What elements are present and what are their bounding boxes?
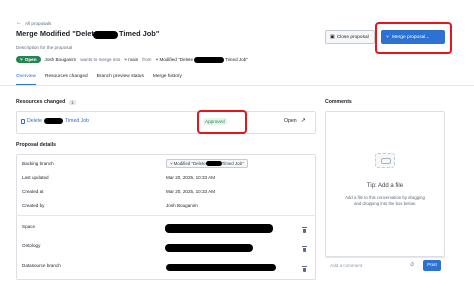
datasource-branch-label: Datasource branch [22, 263, 61, 268]
back-link[interactable]: ← All proposals [16, 20, 51, 26]
title-prefix: Merge Modified "Delete [16, 29, 98, 38]
resources-heading-label: Resources changed [16, 99, 66, 105]
details-heading: Proposal details [16, 142, 57, 148]
source-branch: ⑂ Modified "Delete Timed Job" [155, 56, 248, 63]
merge-icon: ⑂ [20, 57, 23, 62]
merge-proposal-button[interactable]: ⑂ Merge proposal... [381, 30, 445, 44]
external-link-icon: ↗ [300, 118, 306, 124]
open-resource-label: Open [284, 117, 297, 124]
resources-count-badge: 1 [69, 99, 76, 105]
close-proposal-button[interactable]: ▣ Close proposal [325, 30, 375, 44]
comments-heading: Comments [325, 99, 352, 105]
source-branch-suffix: Timed Job" [225, 57, 248, 62]
last-updated-value: Mar 20, 2025, 10:33 AM [166, 175, 216, 180]
branch-icon: ⑂ [124, 56, 128, 63]
status-badge: ⑂ Open [16, 56, 41, 63]
created-by-label: Created by [22, 203, 45, 208]
redaction-mark [194, 56, 225, 63]
tab-merge-history[interactable]: Merge history [153, 74, 182, 85]
last-updated-label: Last updated [22, 175, 49, 180]
resource-item-link[interactable]: Delete Timed Job [21, 118, 89, 124]
open-resource-button[interactable]: Open ↗ [284, 117, 306, 125]
details-card [16, 154, 316, 280]
tab-overview[interactable]: Overview [16, 74, 36, 85]
redaction-mark [166, 264, 276, 271]
backing-branch-prefix: Modified "Delete [173, 161, 206, 166]
approval-badge: Approved [203, 118, 227, 125]
branch-icon: ⑂ [155, 56, 159, 63]
back-link-label: All proposals [25, 20, 52, 26]
wants-text: wants to merge into [80, 57, 121, 62]
author-name: Josh Bouganim [44, 57, 77, 62]
page-title: Merge Modified "Delete [16, 29, 98, 39]
redaction-mark [93, 31, 118, 39]
comment-input[interactable]: Add a comment [330, 263, 362, 268]
target-branch-label: main [128, 57, 139, 62]
created-at-label: Created at [22, 189, 44, 194]
from-text: from [142, 57, 152, 62]
merge-icon: ⑂ [386, 34, 390, 40]
tip-body: Add a file to this conversation by dragg… [345, 195, 425, 206]
description-placeholder[interactable]: Description for the proposal [16, 45, 72, 50]
redaction-mark [165, 224, 273, 233]
target-branch: ⑂ main [124, 57, 138, 63]
backing-branch-suffix: Timed Job" [221, 161, 244, 166]
resource-item-suffix: Timed Job [65, 118, 90, 124]
tip-title: Tip: Add a file [366, 183, 404, 189]
trash-icon[interactable] [302, 266, 307, 272]
redaction-mark [165, 244, 253, 252]
created-by-value: Josh Bouganim [166, 203, 198, 208]
trash-icon[interactable] [302, 227, 307, 233]
branch-icon: ⑂ [170, 161, 173, 166]
comment-upload-icon [375, 153, 395, 168]
file-icon [21, 118, 25, 124]
merge-proposal-label: Merge proposal... [392, 34, 430, 40]
source-branch-prefix: Modified "Delete [159, 57, 194, 62]
tab-bar: Overview Resources changed Branch previe… [16, 74, 316, 85]
ontology-label: Ontology [22, 243, 41, 248]
chat-bubble-icon [381, 158, 391, 164]
redaction-mark [44, 118, 63, 124]
status-row: ⑂ Open Josh Bouganim wants to merge into… [16, 56, 248, 63]
title-suffix-wrap: Timed Job" [119, 29, 159, 38]
trash-icon[interactable] [302, 246, 307, 252]
details-divider [16, 215, 316, 216]
resource-item-prefix: Delete [27, 118, 42, 124]
redaction-mark [205, 161, 222, 166]
backing-branch-chip[interactable]: ⑂ Modified "Delete Timed Job" [166, 159, 248, 168]
close-proposal-label: Close proposal [336, 34, 369, 40]
arrow-left-icon: ← [16, 20, 22, 26]
title-suffix: Timed Job" [119, 29, 160, 38]
tab-branch-preview-status[interactable]: Branch preview status [97, 74, 144, 85]
backing-branch-label: Backing branch [22, 161, 54, 166]
space-label: Space [22, 224, 36, 229]
tab-resources-changed[interactable]: Resources changed [45, 74, 88, 85]
resources-heading: Resources changed 1 [16, 99, 76, 105]
created-at-value: Mar 20, 2025, 10:33 AM [166, 189, 216, 194]
status-badge-label: Open [24, 57, 37, 62]
close-proposal-icon: ▣ [330, 34, 335, 40]
tab-divider [0, 85, 474, 86]
post-button[interactable]: Post [423, 260, 441, 271]
